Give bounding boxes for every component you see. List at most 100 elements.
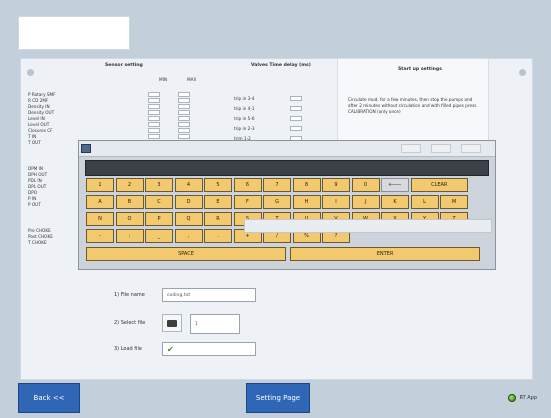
status-label: RT App [519,395,537,401]
key-m[interactable]: M [440,195,468,209]
sensor-max-input[interactable] [178,98,190,103]
valve-label: trip in 3-4 [234,96,255,101]
key-c[interactable]: C [145,195,173,209]
startup-text: Circulate mud, for a few minutes, then s… [348,97,477,114]
enter-key[interactable]: ENTER [290,247,480,261]
key-6[interactable]: 6 [233,178,262,192]
sensor-label: P OUT [28,202,41,207]
key-8[interactable]: 8 [292,178,321,192]
sensor-max-input[interactable] [178,116,190,121]
key-d[interactable]: D [174,195,203,209]
sensor-min-input[interactable] [148,110,160,115]
status-indicator: RT App [508,394,537,402]
key-4[interactable]: 4 [174,178,203,192]
backspace-key[interactable]: 🡐 [381,178,409,192]
key-0[interactable]: 0 [351,178,380,192]
keyboard-app-icon [81,144,91,153]
sensor-min-input[interactable] [148,104,160,109]
valve-delay-input[interactable] [290,96,302,101]
key-q[interactable]: Q [174,212,203,226]
key-a[interactable]: A [86,195,114,209]
key-k[interactable]: K [381,195,409,209]
max-column-label: MAX [187,77,197,82]
sensor-label: T CHOKE [28,240,47,245]
startup-title: Start up settings [398,67,442,72]
valve-delay-input[interactable] [290,116,302,121]
select-file-input[interactable]: 1 [190,314,240,334]
minimize-button[interactable] [401,144,421,153]
key-r[interactable]: R [204,212,232,226]
sensor-min-input[interactable] [148,116,160,121]
key-e[interactable]: E [204,195,232,209]
valve-label: trip in 2-3 [234,126,255,131]
keyboard-empty-area [244,219,492,233]
sensor-label: Closures CF [28,128,53,133]
back-button[interactable]: Back << [18,383,80,413]
sensor-min-input[interactable] [148,92,160,97]
key-1[interactable]: 1 [86,178,114,192]
key-i[interactable]: I [322,195,350,209]
space-key[interactable]: SPACE [86,247,286,261]
key-7[interactable]: 7 [263,178,291,192]
sensor-min-input[interactable] [148,128,160,133]
key-5[interactable]: 5 [204,178,232,192]
load-file-button[interactable]: ✔ [162,342,256,356]
sensor-label: DPM IN [28,166,44,171]
sensor-max-input[interactable] [178,92,190,97]
key-colon[interactable]: : [115,229,144,243]
sensor-label: Level IN [28,116,45,121]
close-button[interactable] [461,144,481,153]
key-o[interactable]: O [115,212,144,226]
key-p[interactable]: P [145,212,173,226]
sensor-max-input[interactable] [178,110,190,115]
key-2[interactable]: 2 [115,178,144,192]
sensor-label: T OUT [28,140,41,145]
sensor-label: DPH OUT [28,172,48,177]
sensor-max-input[interactable] [178,104,190,109]
sensor-settings-title: Sensor setting [105,63,143,68]
key-dash[interactable]: - [86,229,114,243]
checkmark-icon: ✔ [167,344,174,354]
key-l[interactable]: L [410,195,439,209]
sensor-max-input[interactable] [178,128,190,133]
sensor-max-input[interactable] [178,122,190,127]
valve-label: trip in 5-6 [234,116,255,121]
sensor-label: Post CHOKE [28,234,53,239]
panel-dot-left [27,69,34,76]
key-underscore[interactable]: _ [145,229,173,243]
sensor-min-input[interactable] [148,134,160,139]
file-name-input[interactable]: coding.txt [162,288,256,302]
valve-delay-input[interactable] [290,126,302,131]
key-j[interactable]: J [351,195,380,209]
maximize-button[interactable] [431,144,451,153]
select-file-label: 2) Select file [114,320,146,326]
valve-delay-input[interactable] [290,106,302,111]
sensor-label: P Rotary SMF [28,92,56,97]
sensor-label: DPO [28,190,38,195]
key-g[interactable]: G [263,195,291,209]
sensor-label: Density OUT [28,110,55,115]
valve-label: trip in 4-1 [234,106,255,111]
setting-page-button[interactable]: Setting Page [246,383,310,413]
status-led-icon [508,394,517,402]
keyboard-titlebar [79,141,495,157]
key-comma[interactable]: , [174,229,203,243]
clear-key[interactable]: CLEAR [410,178,468,192]
key-period[interactable]: . [204,229,232,243]
key-h[interactable]: H [292,195,321,209]
sensor-min-input[interactable] [148,122,160,127]
key-f[interactable]: F [233,195,262,209]
folder-icon [167,319,177,327]
sensor-max-input[interactable] [178,134,190,139]
sensor-min-input[interactable] [148,98,160,103]
file-name-label: 1) File name [114,292,145,298]
sensor-label: PDL IN [28,178,42,183]
sensor-label: R CD 2MF [28,98,49,103]
key-3[interactable]: 3 [145,178,173,192]
folder-icon-button[interactable] [162,314,182,332]
key-9[interactable]: 9 [322,178,350,192]
key-n[interactable]: N [86,212,114,226]
panel-dot-right [519,69,526,76]
keyboard-input-display[interactable] [85,160,489,176]
key-b[interactable]: B [115,195,144,209]
